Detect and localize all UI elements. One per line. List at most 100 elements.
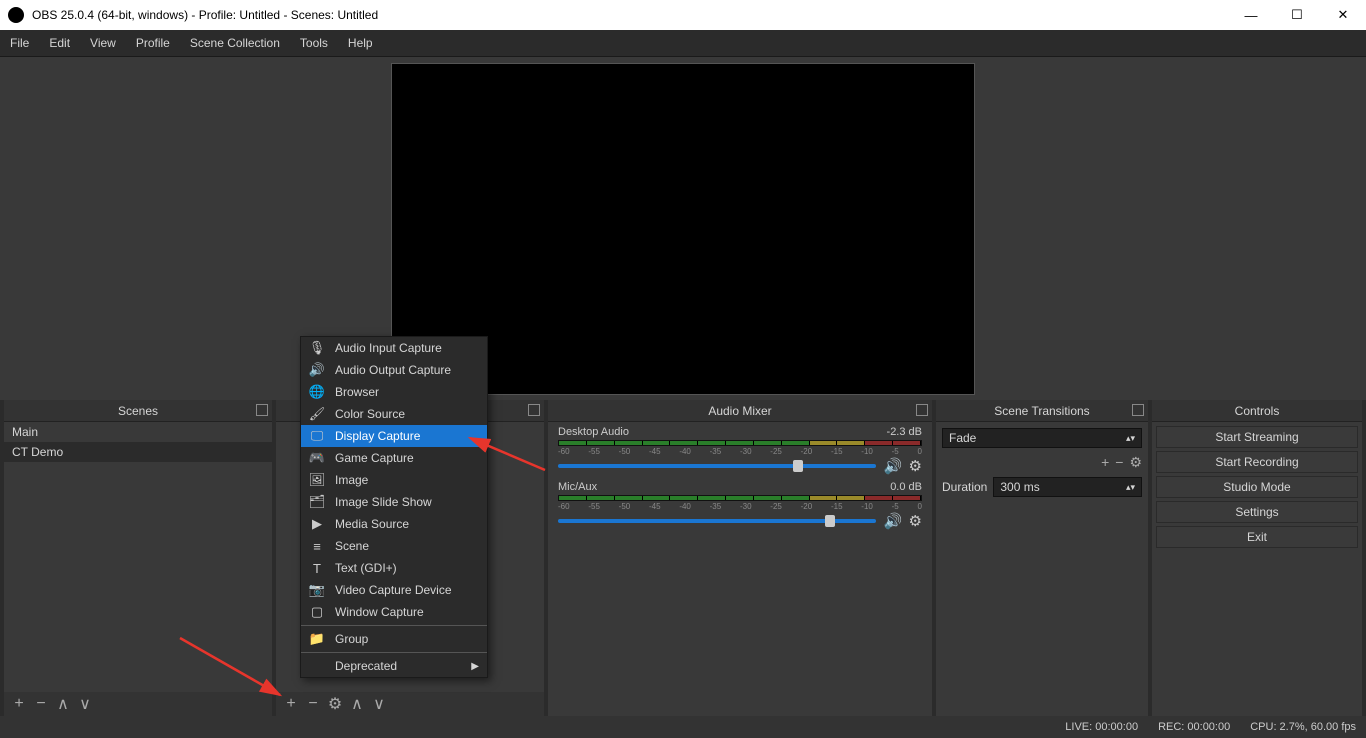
gamepad-icon: 🎮: [309, 450, 325, 466]
audio-meter: [558, 495, 922, 501]
window-maximize-button[interactable]: ☐: [1274, 0, 1320, 30]
menu-view[interactable]: View: [80, 32, 126, 54]
context-menu-item[interactable]: ▢ Window Capture: [301, 601, 487, 623]
menu-profile[interactable]: Profile: [126, 32, 180, 54]
context-menu-item-deprecated[interactable]: Deprecated▶: [301, 655, 487, 677]
context-menu-label: Scene: [335, 539, 369, 553]
window-minimize-button[interactable]: —: [1228, 0, 1274, 30]
context-menu-item[interactable]: 🖵 Display Capture: [301, 425, 487, 447]
chevron-right-icon: ▶: [471, 661, 479, 672]
context-menu-item-group[interactable]: 📁Group: [301, 628, 487, 650]
duration-input[interactable]: 300 ms▴▾: [993, 477, 1142, 497]
globe-icon: 🌐: [309, 384, 325, 400]
context-menu-item[interactable]: 🔊 Audio Output Capture: [301, 359, 487, 381]
play-icon: ▶: [309, 516, 325, 532]
scenes-panel-title: Scenes: [118, 404, 158, 418]
transition-select[interactable]: Fade▴▾: [942, 428, 1142, 448]
studio-mode-button[interactable]: Studio Mode: [1156, 476, 1358, 498]
context-menu-item[interactable]: 🖼 Image: [301, 469, 487, 491]
audio-meter: [558, 440, 922, 446]
transition-gear-button[interactable]: ⚙: [1129, 454, 1142, 471]
add-source-context-menu: 🎙 Audio Input Capture 🔊 Audio Output Captur…: [300, 336, 488, 678]
context-menu-label: Media Source: [335, 517, 409, 531]
brush-icon: 🖌: [309, 406, 325, 422]
context-menu-item[interactable]: 🖌Color Source: [301, 403, 487, 425]
transition-add-button[interactable]: +: [1101, 454, 1109, 471]
context-menu-item[interactable]: 📷Video Capture Device: [301, 579, 487, 601]
scene-item-main[interactable]: Main: [4, 422, 272, 442]
scene-up-button[interactable]: ∧: [54, 694, 72, 714]
source-gear-button[interactable]: ⚙: [326, 694, 344, 714]
preview-area[interactable]: [0, 57, 1366, 400]
text-icon: T: [309, 561, 325, 576]
context-menu-item[interactable]: TText (GDI+): [301, 557, 487, 579]
monitor-icon: 🖵: [309, 428, 325, 444]
context-menu-item[interactable]: 🎙 Audio Input Capture: [301, 337, 487, 359]
context-menu-item[interactable]: 🗂Image Slide Show: [301, 491, 487, 513]
source-down-button[interactable]: ∨: [370, 694, 388, 714]
scene-add-button[interactable]: +: [10, 695, 28, 713]
context-menu-label: Image: [335, 473, 368, 487]
context-menu-label: Window Capture: [335, 605, 424, 619]
chevron-updown-icon: ▴▾: [1126, 482, 1135, 493]
list-icon: ≡: [309, 539, 325, 554]
menu-help[interactable]: Help: [338, 32, 383, 54]
mixer-channel-name: Mic/Aux: [558, 481, 597, 493]
panel-popout-icon[interactable]: [1132, 404, 1144, 416]
source-up-button[interactable]: ∧: [348, 694, 366, 714]
scene-remove-button[interactable]: −: [32, 695, 50, 713]
mic-icon: 🎙: [309, 340, 325, 356]
sources-toolbar: + − ⚙ ∧ ∨: [276, 692, 544, 716]
menu-tools[interactable]: Tools: [290, 32, 338, 54]
window-close-button[interactable]: ✕: [1320, 0, 1366, 30]
image-icon: 🖼: [309, 472, 325, 488]
context-menu-label: Audio Output Capture: [335, 363, 451, 377]
scene-down-button[interactable]: ∨: [76, 694, 94, 714]
exit-button[interactable]: Exit: [1156, 526, 1358, 548]
settings-button[interactable]: Settings: [1156, 501, 1358, 523]
transition-remove-button[interactable]: −: [1115, 454, 1123, 471]
panel-popout-icon[interactable]: [528, 404, 540, 416]
context-menu-label: Video Capture Device: [335, 583, 452, 597]
context-menu-item[interactable]: 🌐 Browser: [301, 381, 487, 403]
menu-file[interactable]: File: [0, 32, 39, 54]
window-title: OBS 25.0.4 (64-bit, windows) - Profile: …: [32, 8, 1228, 22]
volume-slider[interactable]: [558, 519, 876, 523]
gear-icon[interactable]: ⚙: [909, 457, 922, 475]
menubar: File Edit View Profile Scene Collection …: [0, 30, 1366, 57]
menu-edit[interactable]: Edit: [39, 32, 80, 54]
speaker-icon: 🔊: [309, 362, 325, 378]
speaker-icon[interactable]: 🔊: [884, 512, 903, 530]
source-remove-button[interactable]: −: [304, 695, 322, 713]
panel-popout-icon[interactable]: [916, 404, 928, 416]
scene-item-ctdemo[interactable]: CT Demo: [4, 442, 272, 462]
folder-icon: 📁: [309, 631, 325, 647]
start-streaming-button[interactable]: Start Streaming: [1156, 426, 1358, 448]
menu-scene-collection[interactable]: Scene Collection: [180, 32, 290, 54]
mixer-channel-name: Desktop Audio: [558, 426, 629, 438]
status-rec: REC: 00:00:00: [1158, 721, 1230, 733]
start-recording-button[interactable]: Start Recording: [1156, 451, 1358, 473]
context-menu-label: Browser: [335, 385, 379, 399]
speaker-icon[interactable]: 🔊: [884, 457, 903, 475]
status-bar: LIVE: 00:00:00 REC: 00:00:00 CPU: 2.7%, …: [0, 716, 1366, 738]
context-menu-item[interactable]: 🎮Game Capture: [301, 447, 487, 469]
obs-app-icon: [8, 7, 24, 23]
context-menu-label: Display Capture: [335, 429, 420, 443]
source-add-button[interactable]: +: [282, 695, 300, 713]
transitions-panel-title: Scene Transitions: [994, 404, 1089, 418]
audio-mixer-panel: Audio Mixer Desktop Audio-2.3 dB -60-55-…: [548, 400, 932, 716]
window-titlebar: OBS 25.0.4 (64-bit, windows) - Profile: …: [0, 0, 1366, 30]
scenes-toolbar: + − ∧ ∨: [4, 692, 272, 716]
context-menu-item[interactable]: ≡ Scene: [301, 535, 487, 557]
volume-slider[interactable]: [558, 464, 876, 468]
gear-icon[interactable]: ⚙: [909, 512, 922, 530]
chevron-updown-icon: ▴▾: [1126, 433, 1135, 444]
context-menu-item[interactable]: ▶ Media Source: [301, 513, 487, 535]
scene-transitions-panel: Scene Transitions Fade▴▾ + − ⚙ Duration …: [936, 400, 1148, 716]
window-icon: ▢: [309, 604, 325, 620]
context-menu-label: Audio Input Capture: [335, 341, 442, 355]
status-cpu: CPU: 2.7%, 60.00 fps: [1250, 721, 1356, 733]
status-live: LIVE: 00:00:00: [1065, 721, 1138, 733]
panel-popout-icon[interactable]: [256, 404, 268, 416]
